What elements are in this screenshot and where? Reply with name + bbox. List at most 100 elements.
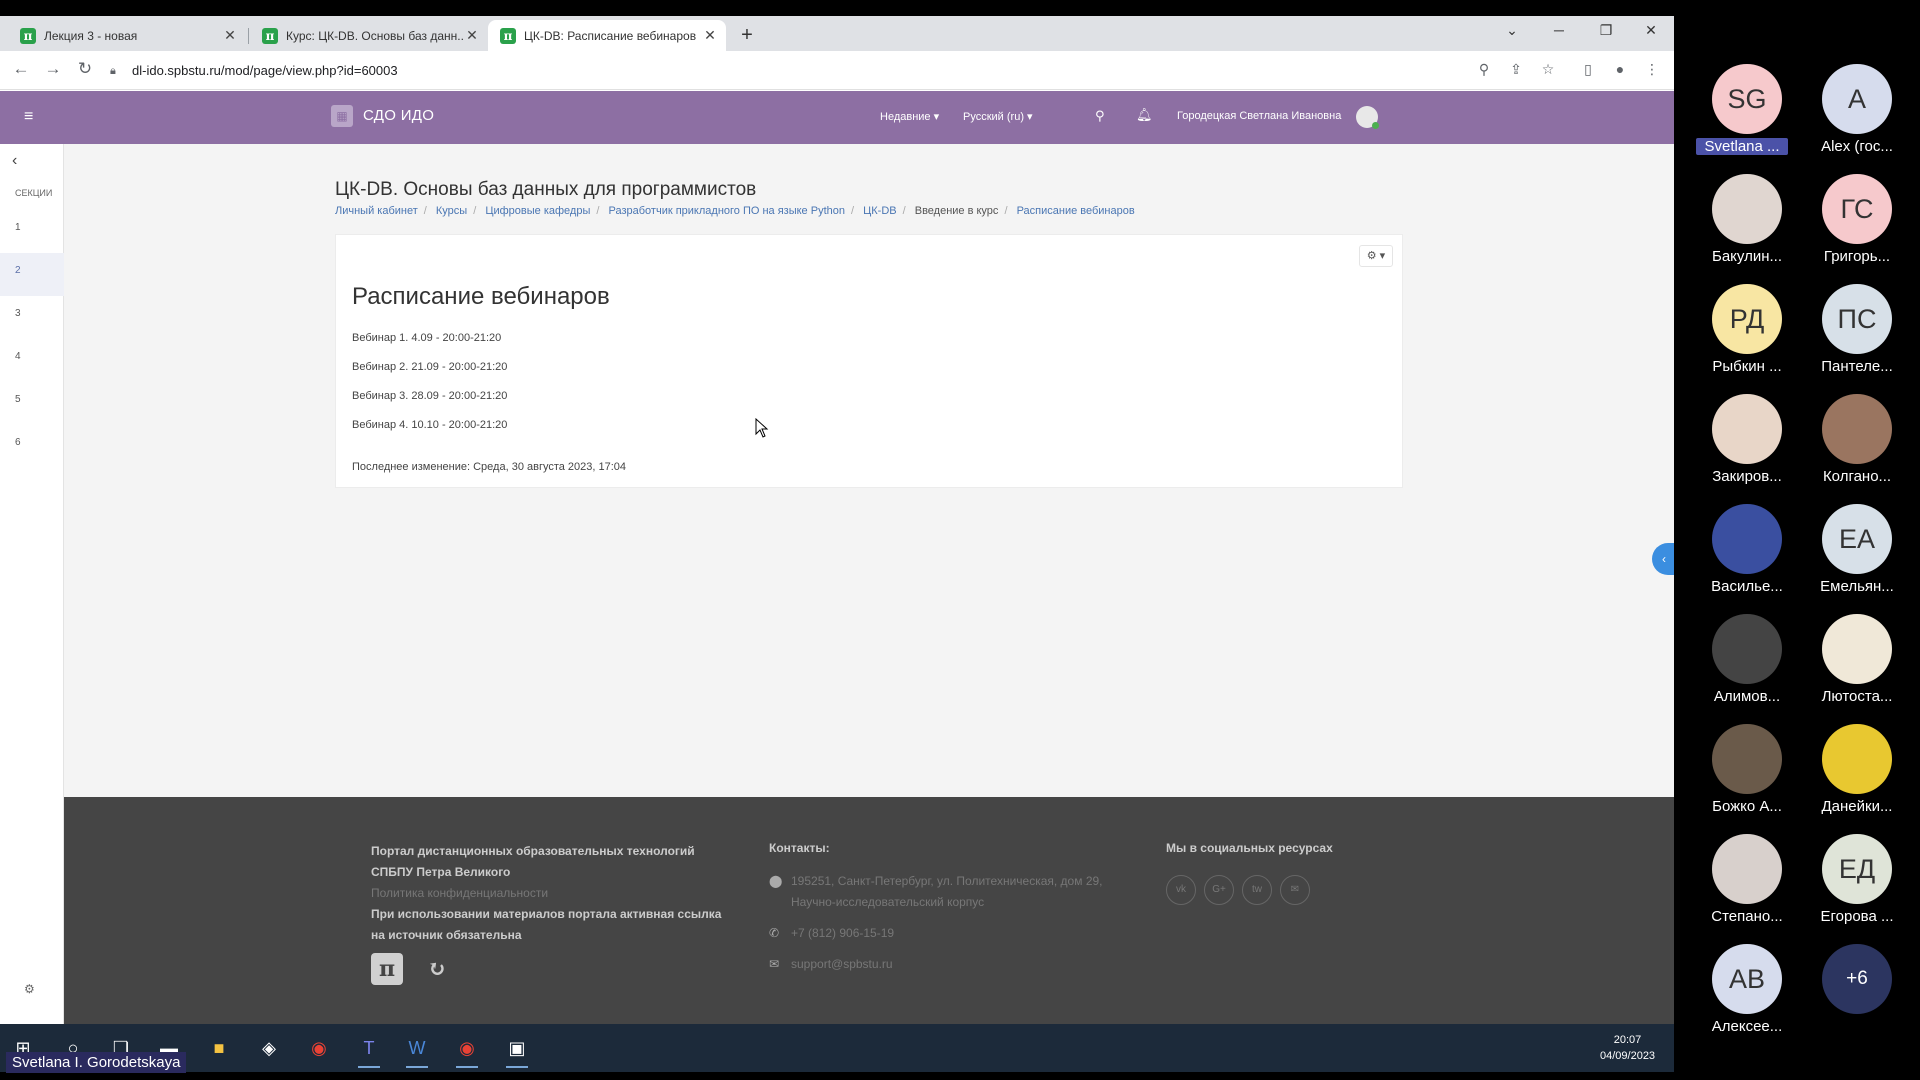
word-icon[interactable]: W xyxy=(400,1032,434,1068)
breadcrumb-item[interactable]: ЦК-DB xyxy=(863,205,897,217)
online-status-dot xyxy=(1372,122,1379,129)
search-icon[interactable]: ⚲ xyxy=(1095,108,1105,124)
address-bar[interactable]: 🔒︎ dl-ido.spbstu.ru/mod/page/view.php?id… xyxy=(110,56,1500,85)
mail-icon[interactable]: ✉ xyxy=(1280,875,1310,905)
close-icon[interactable]: ✕ xyxy=(464,27,480,44)
user-menu[interactable]: Городецкая Светлана Ивановна xyxy=(1177,110,1341,122)
webinar-line: Вебинар 4. 10.10 - 20:00-21:20 xyxy=(352,419,508,431)
participant-name: Лютоста... xyxy=(1821,688,1893,705)
breadcrumb-item[interactable]: Курсы xyxy=(436,205,467,217)
footer-note: При использовании материалов портала акт… xyxy=(371,907,722,942)
section-item[interactable]: 6 xyxy=(0,425,64,468)
share-icon[interactable]: ⇪ xyxy=(1506,61,1526,78)
twitter-icon[interactable]: tw xyxy=(1242,875,1272,905)
chevron-left-icon[interactable]: ‹ xyxy=(1652,543,1674,575)
participant-tile[interactable]: Васильe... xyxy=(1686,504,1796,614)
app-icon[interactable]: ◈ xyxy=(252,1032,286,1064)
webinar-line: Вебинар 2. 21.09 - 20:00-21:20 xyxy=(352,361,508,373)
participant-tile[interactable]: Закиров... xyxy=(1686,394,1796,504)
remote-desktop-icon[interactable]: ▣ xyxy=(500,1032,534,1068)
reload-icon[interactable]: ↻ xyxy=(74,59,96,79)
teams-icon[interactable]: T xyxy=(352,1032,386,1068)
vk-icon[interactable]: vk xyxy=(1166,875,1196,905)
social-heading: Мы в социальных ресурсах xyxy=(1166,841,1333,855)
close-icon[interactable]: ✕ xyxy=(222,27,238,44)
participant-tile[interactable]: Бакулин... xyxy=(1686,174,1796,284)
participant-name: Svetlana ... xyxy=(1696,138,1788,155)
footer-about: Портал дистанционных образовательных тех… xyxy=(371,841,731,946)
participant-tile[interactable]: ПС Пантеле... xyxy=(1796,284,1906,394)
participant-tile[interactable]: Алимов... xyxy=(1686,614,1796,724)
close-icon[interactable]: ✕ xyxy=(702,27,718,44)
section-item[interactable]: 4 xyxy=(0,339,64,382)
minimize-icon[interactable]: ─ xyxy=(1548,22,1570,38)
chrome-icon[interactable]: ◉ xyxy=(450,1032,484,1068)
breadcrumb-item[interactable]: Личный кабинет xyxy=(335,205,418,217)
polytech-logo-icon: π xyxy=(371,953,403,985)
footer-portal-name: Портал дистанционных образовательных тех… xyxy=(371,844,695,879)
breadcrumb-item[interactable]: Расписание вебинаров xyxy=(1017,205,1135,217)
breadcrumb: Личный кабинет / Курсы / Цифровые кафедры /… xyxy=(335,205,1135,217)
participant-tile[interactable]: Лютоста... xyxy=(1796,614,1906,724)
hamburger-icon[interactable]: ≡ xyxy=(24,108,33,126)
participant-name: Егорова ... xyxy=(1820,908,1894,925)
tab-separator xyxy=(248,28,249,44)
participant-tile[interactable]: ЕД Егорова ... xyxy=(1796,834,1906,944)
new-tab-icon[interactable]: + xyxy=(736,24,758,47)
settings-icon[interactable]: ⚙ xyxy=(24,982,35,996)
moodle-page: ≡ ▦ СДО ИДО Недавние ▾ Русский (ru) ▾ ⚲ … xyxy=(0,91,1674,1024)
participant-tile[interactable]: РД Рыбкин ... xyxy=(1686,284,1796,394)
participant-tile[interactable]: Божко А... xyxy=(1686,724,1796,834)
site-name[interactable]: СДО ИДО xyxy=(363,107,434,124)
participant-tile[interactable]: SG Svetlana ... xyxy=(1686,64,1796,174)
section-item[interactable]: 2 xyxy=(0,253,64,296)
google-plus-icon[interactable]: G+ xyxy=(1204,875,1234,905)
participant-name: Васильe... xyxy=(1711,578,1783,595)
participant-tile[interactable]: Данейки... xyxy=(1796,724,1906,834)
phone-row: ✆ +7 (812) 906-15-19 xyxy=(769,923,1109,944)
tab-lecture[interactable]: π Лекция 3 - новая ✕ xyxy=(8,20,246,51)
email-link[interactable]: support@spbstu.ru xyxy=(791,954,893,975)
language-menu[interactable]: Русский (ru) ▾ xyxy=(963,110,1033,123)
social-icons: vk G+ tw ✉ xyxy=(1166,875,1333,905)
star-icon[interactable]: ☆ xyxy=(1538,61,1558,78)
close-window-icon[interactable]: ✕ xyxy=(1640,22,1662,39)
breadcrumb-item: Введение в курс xyxy=(914,205,999,217)
participant-tile[interactable]: АВ Алексее... xyxy=(1686,944,1796,1054)
system-clock[interactable]: 20:07 04/09/2023 xyxy=(1600,1032,1655,1064)
phone-text[interactable]: +7 (812) 906-15-19 xyxy=(791,923,894,944)
site-logo-icon[interactable]: ▦ xyxy=(331,105,353,127)
section-item[interactable]: 1 xyxy=(0,210,64,253)
avatar xyxy=(1822,724,1892,794)
recent-menu[interactable]: Недавние ▾ xyxy=(880,110,939,123)
side-panel-icon[interactable]: ▯ xyxy=(1578,61,1598,78)
restore-icon[interactable]: ❐ xyxy=(1595,22,1617,39)
section-item[interactable]: 5 xyxy=(0,382,64,425)
file-explorer-icon[interactable]: ■ xyxy=(202,1032,236,1064)
section-item[interactable]: 3 xyxy=(0,296,64,339)
chrome-icon[interactable]: ◉ xyxy=(302,1032,336,1064)
participant-tile[interactable]: ГС Григорь... xyxy=(1796,174,1906,284)
menu-kebab-icon[interactable]: ⋮ xyxy=(1642,61,1662,78)
forward-icon[interactable]: → xyxy=(42,59,64,79)
tab-course[interactable]: π Курс: ЦК-DB. Основы баз данн... ✕ xyxy=(250,20,488,51)
participant-tile[interactable]: A Alex (гос... xyxy=(1796,64,1906,174)
zoom-icon[interactable]: ⚲ xyxy=(1474,61,1494,78)
back-icon[interactable]: ← xyxy=(10,59,32,79)
bell-icon[interactable]: 🔔︎ xyxy=(1136,107,1153,123)
participant-tile[interactable]: Колгано... xyxy=(1796,394,1906,504)
participant-tile[interactable]: Степано... xyxy=(1686,834,1796,944)
privacy-link[interactable]: Политика конфиденциальности xyxy=(371,883,731,904)
breadcrumb-item[interactable]: Разработчик прикладного ПО на языке Pyth… xyxy=(609,205,845,217)
participant-tile[interactable]: ЕА Емельян... xyxy=(1796,504,1906,614)
actions-gear-button[interactable]: ⚙ ▾ xyxy=(1359,245,1393,267)
tab-webinars[interactable]: π ЦК-DB: Расписание вебинаров ✕ xyxy=(488,20,726,51)
presenter-label: Svetlana I. Gorodetskaya xyxy=(6,1052,187,1073)
chevron-left-icon[interactable]: ‹ xyxy=(12,152,17,170)
avatar xyxy=(1712,834,1782,904)
tab-search-icon[interactable]: ⌄ xyxy=(1501,22,1523,39)
more-participants-tile[interactable]: +6 xyxy=(1796,944,1906,1054)
profile-icon[interactable]: ● xyxy=(1610,61,1630,77)
avatar: РД xyxy=(1712,284,1782,354)
breadcrumb-item[interactable]: Цифровые кафедры xyxy=(485,205,590,217)
